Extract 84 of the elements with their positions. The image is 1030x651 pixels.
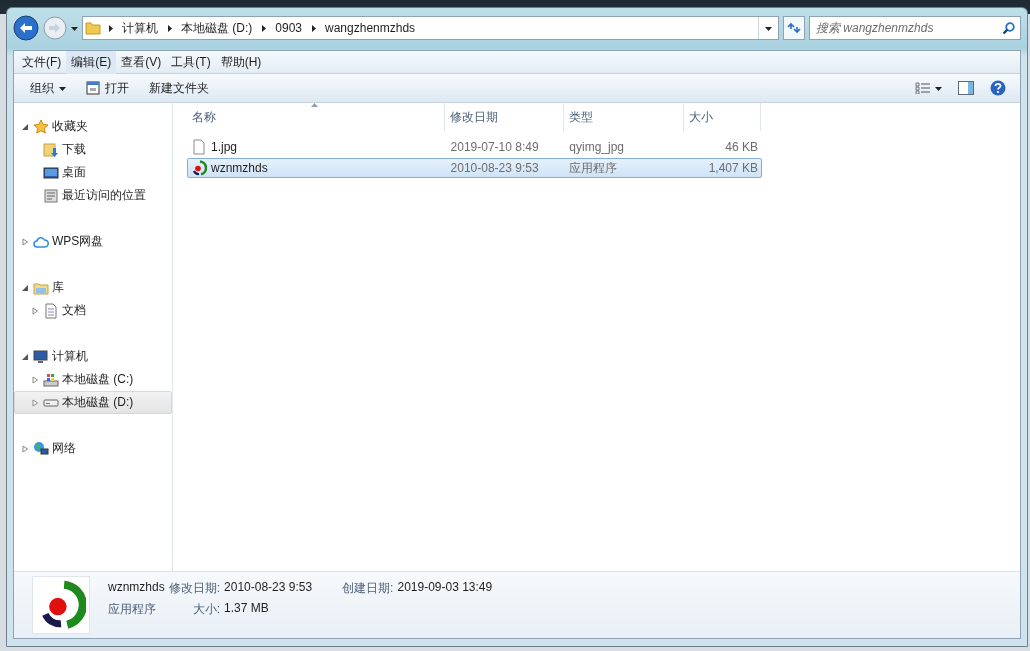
expanded-arrow-icon[interactable] (22, 283, 29, 292)
address-bar[interactable]: 计算机 本地磁盘 (D:) 0903 wangzhenmzhds (82, 16, 779, 40)
menu-item[interactable]: 文件(F) (17, 50, 67, 74)
breadcrumb[interactable]: 本地磁盘 (D:) (179, 19, 255, 37)
window-icon (86, 81, 100, 95)
document-icon (43, 302, 59, 319)
breadcrumb[interactable]: 计算机 (120, 19, 160, 37)
date-cell-text: 2019-07-10 8:49 (449, 140, 540, 154)
drive-icon (43, 398, 59, 407)
nav-item[interactable]: WPS网盘 (14, 230, 172, 253)
back-button[interactable] (13, 15, 39, 41)
details-label: 大小: (191, 601, 221, 618)
caret-icon (59, 84, 66, 92)
details-file-type: 应用程序 (108, 601, 157, 618)
chevron-icon (107, 24, 114, 32)
download-folder-icon (43, 141, 59, 158)
refresh-icon (787, 22, 801, 34)
desktop-icon (43, 164, 59, 181)
column-header[interactable]: 类型 (564, 103, 684, 131)
details-label: 创建日期: (342, 580, 394, 597)
file-name: wznmzhds (211, 161, 268, 175)
caret-icon (71, 24, 78, 32)
file-row[interactable]: 1.jpg 2019-07-10 8:49 qyimg_jpg 46 KB (187, 137, 762, 157)
menu-item[interactable]: 查看(V) (116, 50, 167, 74)
nav-item[interactable]: 桌面 (14, 161, 172, 184)
search-field[interactable]: 搜索 wangzhenmzhds (809, 16, 1021, 40)
collapsed-arrow-icon[interactable] (32, 375, 39, 384)
details-value: 1.37 MB (224, 601, 270, 617)
help-icon (990, 80, 1006, 96)
breadcrumb[interactable]: wangzhenmzhds (323, 21, 418, 35)
nav-item[interactable]: 计算机 (14, 345, 172, 368)
network-icon (33, 440, 49, 457)
caret-icon (765, 24, 772, 32)
menu-item[interactable]: 编辑(E) (66, 50, 117, 74)
refresh-button[interactable] (783, 16, 805, 40)
column-header[interactable]: 修改日期 (445, 103, 564, 131)
nav-item[interactable]: 收藏夹 (14, 115, 172, 138)
organize-button[interactable]: 组织 (22, 76, 74, 100)
details-file-name: wznmzhds (108, 580, 165, 596)
expanded-arrow-icon[interactable] (22, 352, 29, 361)
type-cell-text: qyimg_jpg (568, 140, 626, 154)
nav-item[interactable]: 文档 (14, 299, 172, 322)
collapsed-arrow-icon[interactable] (32, 398, 39, 407)
size-cell-text: 1,407 KB (707, 161, 759, 175)
details-value: 2010-08-23 9:53 (224, 580, 313, 596)
collapsed-arrow-icon[interactable] (22, 444, 29, 453)
list-view-icon (915, 82, 931, 94)
pane-icon (958, 81, 974, 95)
file-icon (191, 139, 207, 155)
file-name: 1.jpg (211, 140, 238, 154)
expanded-arrow-icon[interactable] (22, 122, 29, 131)
search-icon[interactable] (1002, 22, 1015, 35)
nav-item[interactable]: 本地磁盘 (C:) (14, 368, 172, 391)
nav-item[interactable]: 库 (14, 276, 172, 299)
nav-item[interactable]: 下载 (14, 138, 172, 161)
star-icon (33, 118, 49, 135)
nav-item[interactable]: 本地磁盘 (D:) (14, 391, 172, 414)
system-drive-icon (43, 371, 59, 388)
recent-places-icon (43, 187, 59, 204)
size-cell-text: 46 KB (724, 140, 759, 154)
type-cell-text: 应用程序 (568, 159, 619, 177)
collapsed-arrow-icon[interactable] (32, 306, 39, 315)
details-label: 修改日期: (168, 580, 221, 597)
app-icon (191, 160, 207, 176)
menu-item[interactable]: 帮助(H) (215, 50, 267, 74)
date-cell-text: 2010-08-23 9:53 (449, 161, 540, 175)
chevron-icon (310, 24, 318, 32)
chevron-icon (166, 24, 173, 32)
menu-item[interactable]: 工具(T) (166, 50, 216, 74)
open-button[interactable]: 打开 (78, 76, 137, 100)
nav-item[interactable]: 最近访问的位置 (14, 184, 172, 207)
history-dropdown[interactable] (71, 24, 78, 32)
chevron-icon (260, 24, 268, 32)
caret-icon (935, 84, 942, 92)
new-folder-button[interactable]: 新建文件夹 (141, 76, 217, 100)
breadcrumb[interactable]: 0903 (273, 21, 305, 35)
nav-item[interactable]: 网络 (14, 437, 172, 460)
details-value: 2019-09-03 13:49 (397, 580, 493, 596)
computer-icon (33, 348, 49, 365)
folder-icon (85, 20, 101, 36)
sort-arrow-icon (311, 103, 318, 107)
collapsed-arrow-icon[interactable] (22, 237, 29, 246)
column-header[interactable]: 大小 (684, 103, 761, 131)
file-row[interactable]: wznmzhds 2010-08-23 9:53 应用程序 1,407 KB (187, 158, 762, 178)
